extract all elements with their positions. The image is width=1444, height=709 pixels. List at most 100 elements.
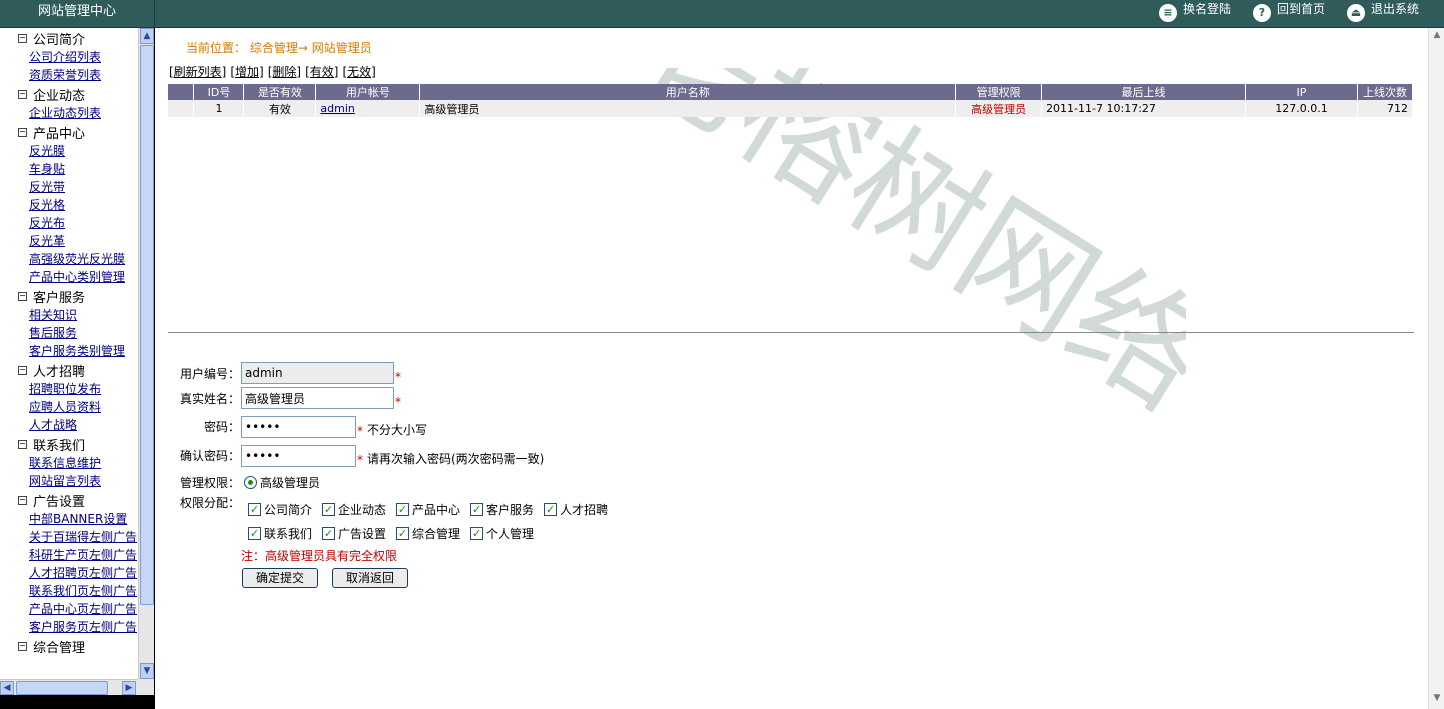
sidebar-item[interactable]: 招聘职位发布 bbox=[0, 380, 138, 398]
scroll-up-icon[interactable]: ▲ bbox=[1431, 30, 1443, 44]
checkbox-icon[interactable]: ✓ bbox=[322, 527, 336, 540]
perm-recruit[interactable]: ✓ 人才招聘 bbox=[544, 501, 608, 518]
row-select[interactable] bbox=[168, 100, 195, 117]
perm-general[interactable]: ✓ 综合管理 bbox=[396, 525, 460, 542]
sidebar-item[interactable]: 应聘人员资料 bbox=[0, 398, 138, 416]
sidebar-item[interactable]: 网站留言列表 bbox=[0, 472, 138, 490]
perm-personal[interactable]: ✓ 个人管理 bbox=[470, 525, 534, 542]
sidebar-group-header[interactable]: − 产品中心 bbox=[0, 122, 138, 142]
sidebar-group-header[interactable]: − 广告设置 bbox=[0, 490, 138, 510]
main-scrollbar[interactable]: ▲ ▼ bbox=[1428, 28, 1444, 709]
home-label: 回到首页 bbox=[1277, 2, 1326, 16]
password-hint: 不分大小写 bbox=[367, 423, 428, 437]
sidebar-group-title: 产品中心 bbox=[33, 126, 86, 142]
sidebar-item[interactable]: 关于百瑞得左侧广告 bbox=[0, 528, 138, 546]
real-name-field[interactable] bbox=[241, 387, 394, 409]
scroll-up-icon[interactable]: ▲ bbox=[140, 28, 154, 44]
table-row[interactable]: 1 有效 admin 高级管理员 高级管理员 2011-11-7 10:17:2… bbox=[168, 100, 1414, 117]
sidebar-item[interactable]: 高强级荧光反光膜 bbox=[0, 250, 138, 268]
sidebar-group-header[interactable]: − 公司简介 bbox=[0, 28, 138, 48]
sidebar-item[interactable]: 科研生产页左侧广告 bbox=[0, 546, 138, 564]
sidebar-item[interactable]: 售后服务 bbox=[0, 324, 138, 342]
sidebar-item[interactable]: 反光带 bbox=[0, 178, 138, 196]
cancel-button[interactable]: 取消返回 bbox=[332, 568, 408, 588]
perm-ads[interactable]: ✓ 广告设置 bbox=[322, 525, 386, 542]
sidebar-group-header[interactable]: − 客户服务 bbox=[0, 286, 138, 306]
logout-button[interactable]: ⏏ 退出系统 bbox=[1347, 2, 1419, 24]
checkbox-icon[interactable]: ✓ bbox=[248, 527, 261, 540]
perm-news[interactable]: ✓ 企业动态 bbox=[322, 501, 386, 518]
sidebar-item[interactable]: 联系信息维护 bbox=[0, 454, 138, 472]
refresh-list-link[interactable]: [刷新列表] bbox=[169, 65, 226, 79]
checkbox-icon[interactable]: ✓ bbox=[322, 503, 336, 516]
collapse-icon[interactable]: − bbox=[18, 291, 27, 301]
sidebar-group: − 产品中心 反光膜 车身贴 反光带 反光格 反光布 反光革 高强级荧光反光膜 产品中心类别管理 bbox=[0, 122, 138, 286]
perm-service[interactable]: ✓ 客户服务 bbox=[470, 501, 534, 518]
switch-user-button[interactable]: ≡ 换名登陆 bbox=[1159, 2, 1231, 24]
collapse-icon[interactable]: − bbox=[18, 365, 27, 375]
checkbox-icon[interactable]: ✓ bbox=[470, 503, 484, 516]
checkbox-icon[interactable]: ✓ bbox=[396, 527, 410, 540]
role-radio[interactable] bbox=[244, 476, 257, 489]
sidebar-item[interactable]: 公司介绍列表 bbox=[0, 48, 138, 66]
hscroll-thumb[interactable] bbox=[16, 681, 108, 695]
sidebar-item[interactable]: 客户服务类别管理 bbox=[0, 342, 138, 360]
checkbox-icon[interactable]: ✓ bbox=[470, 527, 484, 540]
sidebar-item[interactable]: 反光布 bbox=[0, 214, 138, 232]
perm-contact[interactable]: ✓ 联系我们 bbox=[248, 525, 312, 542]
sidebar: − 公司简介 公司介绍列表 资质荣誉列表 − 企业动态 企业动态列表 − 产品中心 反光膜 车身贴反… bbox=[0, 28, 155, 709]
sidebar-item[interactable]: 反光格 bbox=[0, 196, 138, 214]
collapse-icon[interactable]: − bbox=[18, 127, 27, 137]
sidebar-item[interactable]: 人才招聘页左侧广告 bbox=[0, 564, 138, 582]
checkbox-icon[interactable]: ✓ bbox=[396, 503, 410, 516]
password-field[interactable] bbox=[241, 415, 356, 438]
sidebar-item[interactable]: 人才战略 bbox=[0, 416, 138, 434]
scroll-left-icon[interactable]: ◀ bbox=[0, 681, 14, 695]
account-link[interactable]: admin bbox=[320, 102, 354, 115]
collapse-icon[interactable]: − bbox=[18, 89, 27, 99]
required-mark: * bbox=[395, 395, 401, 409]
checkbox-icon[interactable]: ✓ bbox=[248, 503, 261, 516]
sidebar-horizontal-scrollbar[interactable]: ◀ ▶ bbox=[0, 679, 138, 695]
delete-link[interactable]: [删除] bbox=[268, 65, 301, 79]
set-invalid-link[interactable]: [无效] bbox=[343, 65, 376, 79]
cell-count: 712 bbox=[1357, 100, 1414, 117]
sidebar-group-header[interactable]: − 联系我们 bbox=[0, 434, 138, 454]
scroll-right-icon[interactable]: ▶ bbox=[122, 681, 136, 695]
scroll-thumb[interactable] bbox=[140, 45, 154, 605]
submit-button[interactable]: 确定提交 bbox=[242, 568, 318, 588]
sidebar-item[interactable]: 联系我们页左侧广告 bbox=[0, 582, 138, 600]
set-valid-link[interactable]: [有效] bbox=[305, 65, 338, 79]
sidebar-vertical-scrollbar[interactable]: ▲ ▼ bbox=[138, 28, 154, 679]
scroll-down-icon[interactable]: ▼ bbox=[1431, 693, 1443, 707]
confirm-password-field[interactable] bbox=[241, 444, 356, 467]
switch-user-label: 换名登陆 bbox=[1183, 2, 1232, 16]
sidebar-item[interactable]: 企业动态列表 bbox=[0, 104, 138, 122]
perm-company[interactable]: ✓ 公司简介 bbox=[248, 501, 312, 518]
collapse-icon[interactable]: − bbox=[18, 495, 27, 505]
perm-products[interactable]: ✓ 产品中心 bbox=[396, 501, 460, 518]
sidebar-item[interactable]: 反光革 bbox=[0, 232, 138, 250]
sidebar-item[interactable]: 产品中心类别管理 bbox=[0, 268, 138, 286]
sidebar-item[interactable]: 产品中心页左侧广告 bbox=[0, 600, 138, 618]
checkbox-icon[interactable]: ✓ bbox=[544, 503, 558, 516]
collapse-icon[interactable]: − bbox=[18, 641, 27, 651]
collapse-icon[interactable]: − bbox=[18, 33, 27, 43]
home-button[interactable]: ? 回到首页 bbox=[1253, 2, 1325, 24]
sidebar-item[interactable]: 车身贴 bbox=[0, 160, 138, 178]
add-link[interactable]: [增加] bbox=[230, 65, 263, 79]
header-name: 用户名称 bbox=[419, 84, 957, 100]
logout-icon: ⏏ bbox=[1347, 4, 1365, 22]
sidebar-group-header[interactable]: − 企业动态 bbox=[0, 84, 138, 104]
sidebar-group-header[interactable]: − 综合管理 bbox=[0, 636, 138, 656]
sidebar-item[interactable]: 相关知识 bbox=[0, 306, 138, 324]
sidebar-group-header[interactable]: − 人才招聘 bbox=[0, 360, 138, 380]
sidebar-item[interactable]: 客户服务页左侧广告 bbox=[0, 618, 138, 636]
sidebar-item[interactable]: 资质荣誉列表 bbox=[0, 66, 138, 84]
user-id-field[interactable] bbox=[241, 362, 394, 384]
sidebar-item[interactable]: 中部BANNER设置 bbox=[0, 510, 138, 528]
scroll-down-icon[interactable]: ▼ bbox=[140, 663, 154, 679]
collapse-icon[interactable]: − bbox=[18, 439, 27, 449]
sidebar-item[interactable]: 反光膜 bbox=[0, 142, 138, 160]
password-row: 密码： * 不分大小写 bbox=[178, 415, 427, 438]
